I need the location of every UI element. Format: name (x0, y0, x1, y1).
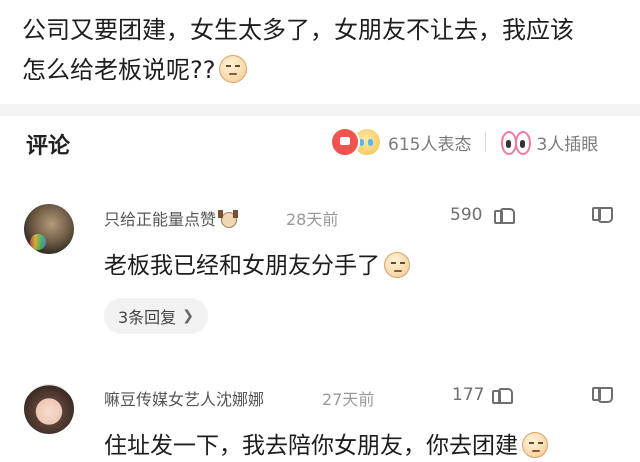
avatar[interactable] (24, 384, 74, 434)
comment-username-text: 只给正能量点赞 (104, 210, 217, 229)
dog-face-icon (218, 210, 239, 228)
header-divider (485, 132, 487, 152)
comments-header: 评论 615人表态 3人插眼 (0, 116, 640, 168)
illustrations-count: 3人插眼 (536, 134, 599, 155)
comment-time: 27天前 (322, 390, 375, 409)
post-text-line2: 怎么给老板说呢?? (22, 50, 622, 90)
comment-time: 28天前 (286, 210, 339, 229)
like-count: 177 (452, 385, 485, 405)
comment-item: 只给正能量点赞 28天前 590 老板我已经和女朋友分手了 3条回复 ❯ (0, 196, 640, 346)
right-pupil (520, 140, 526, 148)
thumb-down-icon[interactable] (590, 386, 613, 408)
thumb-down-icon[interactable] (590, 206, 613, 228)
post-content: 公司又要团建，女生太多了，女朋友不让去，我应该 怎么给老板说呢?? (22, 10, 622, 90)
comment-content: 住址发一下，我去陪你女朋友，你去团建 (104, 426, 548, 460)
like-count: 590 (450, 205, 483, 225)
comment-username[interactable]: 嘛豆传媒女艺人沈娜娜 (104, 386, 264, 410)
left-pupil (506, 140, 512, 148)
comments-title: 评论 (26, 134, 71, 159)
smirk-face-icon (522, 432, 548, 458)
post-text-line1: 公司又要团建，女生太多了，女朋友不让去，我应该 (22, 16, 574, 44)
post-text-line2-text: 怎么给老板说呢?? (22, 56, 216, 84)
comment-content-text: 老板我已经和女朋友分手了 (104, 253, 380, 279)
smirk-face-icon (219, 55, 248, 83)
eyes-icon[interactable] (500, 129, 532, 155)
reactions-bar[interactable]: 615人表态 3人插眼 (330, 127, 599, 157)
comment-content-text: 住址发一下，我去陪你女朋友，你去团建 (104, 433, 518, 459)
reactions-count: 615人表态 (388, 134, 472, 155)
comment-username[interactable]: 只给正能量点赞 (104, 206, 239, 230)
thumb-up-reaction-icon (330, 127, 360, 157)
section-divider (0, 104, 640, 116)
view-replies-button[interactable]: 3条回复 ❯ (104, 298, 208, 334)
avatar[interactable] (24, 204, 74, 254)
thumb-up-icon[interactable] (492, 201, 515, 224)
comment-content: 老板我已经和女朋友分手了 (104, 246, 410, 280)
comment-item: 嘛豆传媒女艺人沈娜娜 27天前 177 住址发一下，我去陪你女朋友，你去团建 (0, 376, 640, 462)
chevron-right-icon: ❯ (182, 308, 194, 324)
smirk-face-icon (384, 252, 410, 278)
replies-count: 3条回复 (118, 308, 177, 327)
thumb-up-icon[interactable] (490, 381, 513, 404)
